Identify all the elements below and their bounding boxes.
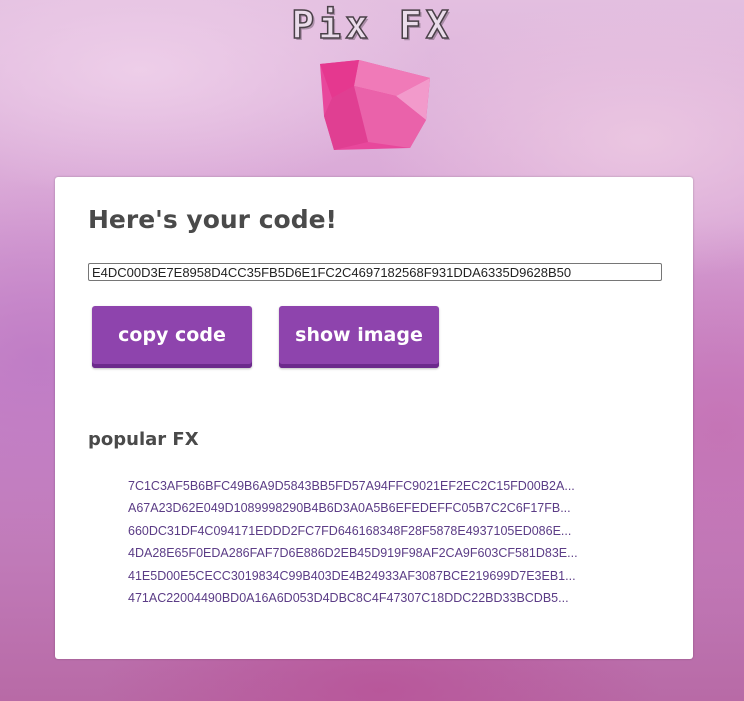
- popular-fx-link[interactable]: 7C1C3AF5B6BFC49B6A9D5843BB5FD57A94FFC902…: [128, 479, 575, 493]
- gem-logo-icon: [320, 60, 430, 150]
- code-input[interactable]: [88, 263, 662, 281]
- popular-fx-title: popular FX: [88, 429, 199, 450]
- popular-fx-link[interactable]: 41E5D00E5CECC3019834C99B403DE4B24933AF30…: [128, 569, 576, 583]
- copy-code-button[interactable]: copy code: [92, 306, 252, 368]
- list-item: 471AC22004490BD0A16A6D053D4DBC8C4F47307C…: [128, 586, 578, 608]
- list-item: 41E5D00E5CECC3019834C99B403DE4B24933AF30…: [128, 564, 578, 586]
- popular-fx-list: 7C1C3AF5B6BFC49B6A9D5843BB5FD57A94FFC902…: [128, 474, 578, 608]
- list-item: 660DC31DF4C094171EDDD2FC7FD646168348F28F…: [128, 519, 578, 541]
- list-item: 4DA28E65F0EDA286FAF7D6E886D2EB45D919F98A…: [128, 541, 578, 563]
- list-item: A67A23D62E049D1089998290B4B6D3A0A5B6EFED…: [128, 496, 578, 518]
- app-logo-title: Pix FX: [291, 2, 453, 48]
- show-image-button[interactable]: show image: [279, 306, 439, 368]
- list-item: 7C1C3AF5B6BFC49B6A9D5843BB5FD57A94FFC902…: [128, 474, 578, 496]
- popular-fx-link[interactable]: 660DC31DF4C094171EDDD2FC7FD646168348F28F…: [128, 524, 571, 538]
- panel-heading: Here's your code!: [88, 205, 337, 234]
- popular-fx-link[interactable]: 471AC22004490BD0A16A6D053D4DBC8C4F47307C…: [128, 591, 569, 605]
- code-panel: Here's your code! copy code show image p…: [55, 177, 693, 659]
- popular-fx-link[interactable]: A67A23D62E049D1089998290B4B6D3A0A5B6EFED…: [128, 501, 571, 515]
- popular-fx-link[interactable]: 4DA28E65F0EDA286FAF7D6E886D2EB45D919F98A…: [128, 546, 578, 560]
